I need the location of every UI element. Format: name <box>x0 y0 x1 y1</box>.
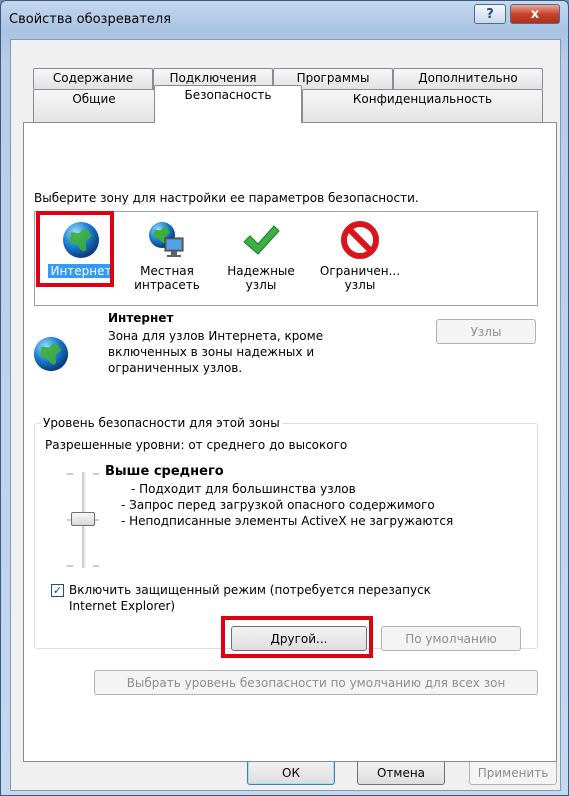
zone-info-desc-2: включенных в зоны надежных и <box>108 345 315 359</box>
zone-restricted-label-2: узлы <box>344 278 376 292</box>
zone-intranet-label-2: интрасеть <box>134 278 200 292</box>
title-bar[interactable]: Свойства обозревателя ? x <box>1 1 568 37</box>
zone-trusted-label-2: узлы <box>245 278 277 292</box>
dialog-client: Содержание Подключения Программы Дополни… <box>10 39 561 791</box>
zone-restricted[interactable]: Ограничен... узлы <box>315 216 405 292</box>
tab-security[interactable]: Безопасность <box>154 85 302 123</box>
level-bullet-2: - Запрос перед загрузкой опасного содерж… <box>121 498 435 512</box>
level-name: Выше среднего <box>105 464 224 479</box>
window-title: Свойства обозревателя <box>9 12 172 27</box>
default-level-button[interactable]: По умолчанию <box>381 626 521 651</box>
zone-info-desc-3: ограниченных узлов. <box>108 361 243 375</box>
tab-content[interactable]: Содержание <box>33 68 153 89</box>
dialog-window: Свойства обозревателя ? x Содержание Под… <box>0 0 569 796</box>
intranet-icon <box>147 220 187 260</box>
zone-trusted-label-1: Надежные <box>227 264 295 278</box>
internet-zone-highlight <box>36 211 114 287</box>
zone-prompt: Выберите зону для настройки ее параметро… <box>34 191 419 205</box>
checkmark-icon <box>241 220 281 260</box>
ok-button[interactable]: ОК <box>247 760 335 785</box>
reset-all-zones-button[interactable]: Выбрать уровень безопасности по умолчани… <box>94 670 538 695</box>
protected-mode-label-2: Internet Explorer) <box>69 599 176 613</box>
zone-info-desc-1: Зона для узлов Интернета, кроме <box>108 329 324 343</box>
zone-restricted-label-1: Ограничен... <box>319 264 401 278</box>
tab-privacy[interactable]: Конфиденциальность <box>302 89 543 123</box>
security-level-group: Уровень безопасности для этой зоны Разре… <box>34 416 538 658</box>
tab-general[interactable]: Общие <box>33 89 155 123</box>
security-level-label: Уровень безопасности для этой зоны <box>41 416 282 430</box>
level-bullet-3: - Неподписанные элементы ActiveX не загр… <box>121 514 454 528</box>
level-bullet-1: - Подходит для большинства узлов <box>131 482 356 496</box>
allowed-levels-text: Разрешенные уровни: от среднего до высок… <box>45 438 348 452</box>
custom-button-highlight <box>221 616 373 658</box>
apply-button[interactable]: Применить <box>469 760 557 785</box>
tab-advanced[interactable]: Дополнительно <box>393 68 543 89</box>
zone-info-globe-icon <box>32 335 72 375</box>
zone-info-title: Интернет <box>108 311 174 325</box>
sites-button[interactable]: Узлы <box>436 319 536 344</box>
zone-intranet[interactable]: Местная интрасеть <box>127 216 207 292</box>
zone-trusted[interactable]: Надежные узлы <box>221 216 301 292</box>
restricted-icon <box>340 220 380 260</box>
security-level-slider[interactable] <box>65 470 101 570</box>
zone-intranet-label-1: Местная <box>140 264 194 278</box>
protected-mode-checkbox[interactable]: ✓ <box>51 584 64 597</box>
help-button[interactable]: ? <box>474 4 506 24</box>
cancel-button[interactable]: Отмена <box>357 760 445 785</box>
security-panel: Выберите зону для настройки ее параметро… <box>23 122 557 762</box>
slider-thumb[interactable] <box>71 512 95 526</box>
close-button[interactable]: x <box>510 4 560 24</box>
protected-mode-label-1: Включить защищенный режим (потребуется п… <box>69 583 431 597</box>
